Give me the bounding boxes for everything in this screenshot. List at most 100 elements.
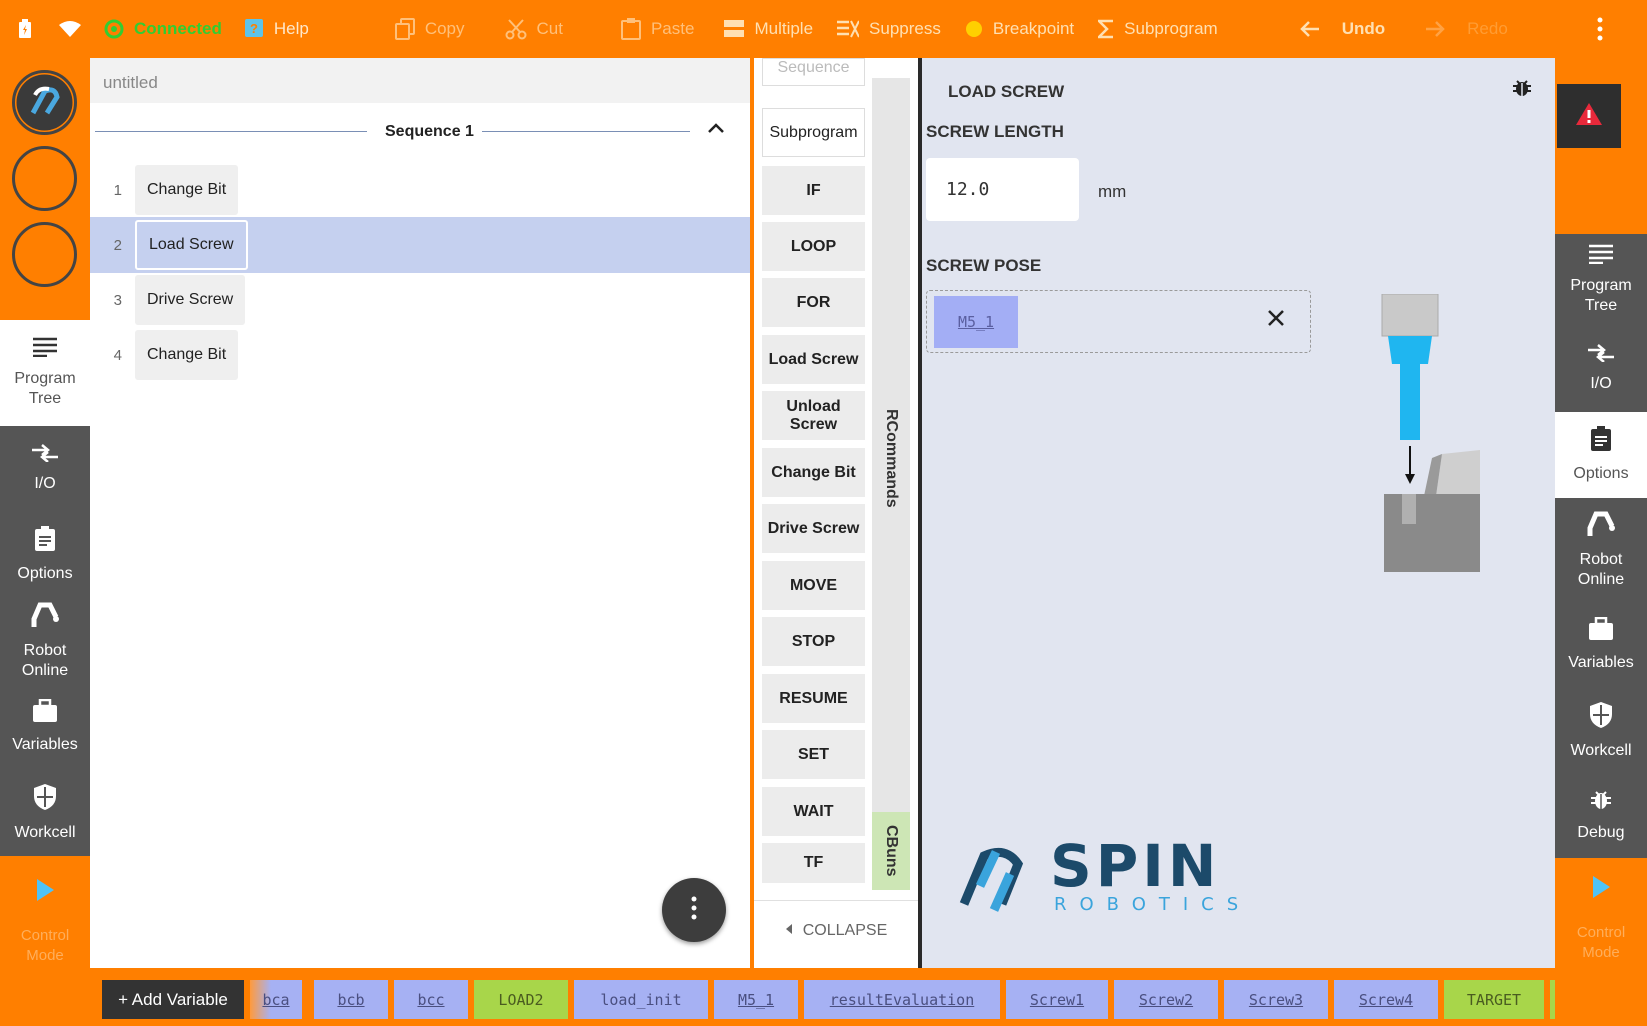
subprogram-label: Subprogram: [1124, 19, 1218, 38]
step-button[interactable]: Change Bit: [135, 330, 239, 380]
connected-icon: [104, 19, 124, 39]
suppress-icon: [837, 19, 860, 39]
screw-pose-label: SCREW POSE: [926, 256, 1042, 275]
nav-program-tree[interactable]: Program Tree: [0, 320, 90, 426]
variable-chip[interactable]: bcc: [394, 980, 468, 1019]
nav-variables[interactable]: Variables: [0, 684, 90, 770]
variable-chip[interactable]: load_init: [574, 980, 708, 1019]
copy-button[interactable]: Copy: [383, 0, 477, 58]
help-button[interactable]: ? Help: [234, 0, 321, 58]
cmd-change-bit[interactable]: Change Bit: [762, 448, 865, 497]
spin-logo-icon[interactable]: [12, 70, 77, 135]
program-title[interactable]: untitled: [90, 58, 750, 103]
cmd-drive-screw[interactable]: Drive Screw: [762, 504, 865, 553]
swap-arrows-icon: [1588, 344, 1614, 368]
collapse-button[interactable]: COLLAPSE: [754, 900, 918, 960]
step-button[interactable]: Drive Screw: [135, 275, 246, 325]
cut-label: Cut: [536, 19, 563, 38]
nav-control-mode-label: Control Mode: [20, 927, 70, 964]
step-button[interactable]: Change Bit: [135, 165, 239, 215]
nav-program-tree-right[interactable]: Program Tree: [1555, 234, 1647, 326]
cmd-unload-screw[interactable]: Unload Screw: [762, 391, 865, 440]
cmd-wait[interactable]: WAIT: [762, 787, 865, 836]
nav-control-mode[interactable]: Control Mode: [0, 856, 90, 988]
nav-workcell-right[interactable]: Workcell: [1555, 688, 1647, 774]
multiple-icon: [724, 19, 745, 39]
right-sidebar: Program Tree I/O Options Robot Online Va…: [1555, 58, 1647, 1026]
arrow-right-icon: [1425, 20, 1445, 38]
cmd-load-screw[interactable]: Load Screw: [762, 335, 865, 384]
program-step[interactable]: 1 Change Bit: [90, 162, 750, 218]
cmd-if[interactable]: IF: [762, 166, 865, 215]
palette-tabs: RCommands CBuns: [872, 78, 910, 890]
variable-chip[interactable]: Screw2: [1114, 980, 1218, 1019]
tab-cbuns[interactable]: CBuns: [872, 812, 910, 890]
cmd-resume[interactable]: RESUME: [762, 674, 865, 723]
status-circle-icon: [12, 146, 77, 211]
nav-robot-online-right[interactable]: Robot Online: [1555, 498, 1647, 602]
details-title: LOAD SCREW: [948, 82, 1065, 101]
program-tree-panel: untitled Sequence 1 1 Change Bit 2 Load …: [90, 58, 750, 968]
paste-label: Paste: [650, 19, 695, 38]
bug-icon: [1590, 789, 1612, 817]
nav-workcell-label: Workcell: [14, 824, 76, 841]
cmd-subprogram[interactable]: Subprogram: [762, 108, 865, 157]
redo-button[interactable]: Redo: [1413, 0, 1520, 58]
cmd-tf[interactable]: TF: [762, 843, 865, 883]
step-number: 1: [113, 181, 122, 199]
tab-rcommands[interactable]: RCommands: [872, 378, 910, 538]
more-vert-icon[interactable]: [1580, 0, 1620, 58]
variable-chip[interactable]: bca: [250, 980, 302, 1019]
cmd-set[interactable]: SET: [762, 730, 865, 779]
nav-workcell[interactable]: Workcell: [0, 770, 90, 856]
nav-options[interactable]: Options: [0, 512, 90, 598]
cmd-stop[interactable]: STOP: [762, 617, 865, 666]
undo-button[interactable]: Undo: [1288, 0, 1397, 58]
variable-chip[interactable]: Screw1: [1006, 980, 1108, 1019]
screw-pose-variable[interactable]: M5_1: [934, 296, 1018, 348]
cut-button[interactable]: Cut: [493, 0, 575, 58]
nav-robot-online[interactable]: Robot Online: [0, 598, 90, 684]
multiple-button[interactable]: Multiple: [712, 0, 825, 58]
add-variable-button[interactable]: + Add Variable: [102, 980, 244, 1019]
program-step[interactable]: 3 Drive Screw: [90, 272, 750, 328]
step-number: 3: [113, 291, 122, 309]
nav-control-mode-label: Control Mode: [1576, 924, 1626, 961]
nav-io[interactable]: I/O: [0, 426, 90, 512]
suppress-button[interactable]: Suppress: [825, 0, 953, 58]
nav-variables-right[interactable]: Variables: [1555, 602, 1647, 688]
bug-icon[interactable]: [1512, 78, 1532, 103]
more-actions-button[interactable]: [662, 878, 726, 942]
alert-button[interactable]: [1557, 84, 1621, 148]
screw-pose-dropzone[interactable]: M5_1: [926, 290, 1311, 353]
nav-debug[interactable]: Debug: [1555, 774, 1647, 858]
close-icon[interactable]: [1267, 309, 1285, 332]
program-step-selected[interactable]: 2 Load Screw: [90, 217, 750, 273]
screw-length-input[interactable]: 12.0: [926, 158, 1079, 221]
redo-label: Redo: [1467, 19, 1508, 38]
cmd-move[interactable]: MOVE: [762, 561, 865, 610]
cmd-for[interactable]: FOR: [762, 278, 865, 327]
cmd-sequence[interactable]: Sequence: [762, 58, 865, 86]
program-step[interactable]: 4 Change Bit: [90, 327, 750, 383]
variable-chip[interactable]: TARGET: [1444, 980, 1544, 1019]
cmd-loop[interactable]: LOOP: [762, 222, 865, 271]
nav-io-right[interactable]: I/O: [1555, 326, 1647, 412]
variable-chip[interactable]: Screw4: [1334, 980, 1438, 1019]
variable-chip[interactable]: M5_1: [714, 980, 798, 1019]
chevron-up-icon[interactable]: [708, 117, 724, 138]
sequence-header[interactable]: Sequence 1: [90, 103, 750, 161]
unit-label: mm: [1098, 182, 1127, 201]
paste-button[interactable]: Paste: [609, 0, 706, 58]
nav-options-right[interactable]: Options: [1555, 412, 1647, 498]
nav-control-mode-right[interactable]: Control Mode: [1555, 858, 1647, 980]
variable-chip[interactable]: LOAD2: [474, 980, 568, 1019]
connection-status-label: Connected: [134, 19, 222, 38]
variable-chip[interactable]: Screw3: [1224, 980, 1328, 1019]
breakpoint-button[interactable]: Breakpoint: [953, 0, 1086, 58]
variable-chip[interactable]: bcb: [314, 980, 388, 1019]
variable-chip[interactable]: resultEvaluation: [804, 980, 1000, 1019]
step-button[interactable]: Load Screw: [135, 220, 248, 270]
collapse-label: COLLAPSE: [802, 921, 888, 939]
subprogram-button[interactable]: Subprogram: [1086, 0, 1230, 58]
